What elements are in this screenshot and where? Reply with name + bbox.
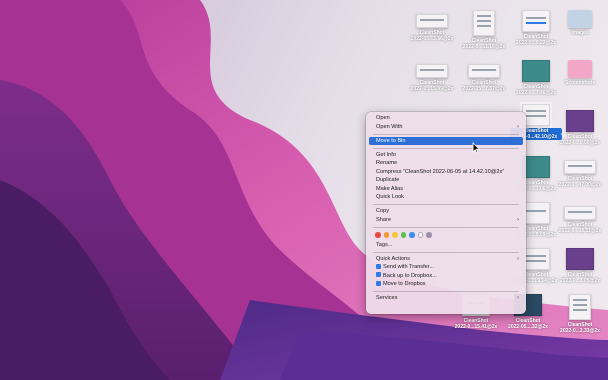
screenshot-thumbnail-icon (522, 248, 550, 270)
screenshot-thumbnail-icon (522, 60, 550, 82)
menu-item-move-to-bin[interactable]: Move to Bin (369, 136, 523, 145)
desktop-file-icon[interactable]: CleanShot 2022-0...0.00@2x (554, 104, 606, 146)
menu-separator (373, 204, 519, 205)
chevron-right-icon: › (517, 216, 519, 223)
menu-item-compress[interactable]: Compress “CleanShot 2022-06-05 at 14.42.… (369, 168, 523, 177)
screenshot-thumbnail-icon (566, 110, 594, 132)
folder-icon (568, 60, 592, 78)
menu-item-open[interactable]: Open (369, 114, 523, 123)
menu-item-share[interactable]: Share › (369, 216, 523, 225)
menu-item-tags[interactable]: Tags... (369, 241, 523, 250)
menu-separator (373, 291, 519, 292)
menu-item-make-alias[interactable]: Make Alias (369, 185, 523, 194)
screenshot-thumbnail-icon (522, 156, 550, 178)
desktop-file-icon[interactable]: CleanShot 2022-0...11.16@2x (458, 4, 510, 50)
tag-red[interactable] (375, 232, 381, 238)
screenshot-thumbnail-icon (566, 248, 594, 270)
desktop-folder-icon[interactable]: Screenshots (554, 54, 606, 86)
tag-color-row (366, 230, 526, 241)
menu-separator (373, 251, 519, 252)
desktop-file-icon[interactable]: CleanShot 2022-0...15.09@2x (406, 54, 458, 92)
desktop-file-icon[interactable]: CleanShot 2022-05...7.37@2x (458, 54, 510, 92)
desktop-file-icon[interactable]: CleanShot 2022-0...3.05@2x (554, 242, 606, 284)
chevron-right-icon: › (517, 295, 519, 301)
chevron-right-icon: › (517, 255, 519, 262)
menu-item-quick-look[interactable]: Quick Look (369, 193, 523, 202)
menu-separator (373, 147, 519, 148)
menu-item-send-with-transfer[interactable]: Send with Transfer... (369, 263, 523, 272)
context-menu: Open Open With › Move to Bin Get Info Ren… (366, 112, 526, 314)
tag-gray[interactable] (426, 232, 432, 238)
desktop-file-icon[interactable]: CleanShot 2022-0...38.11@2x (554, 196, 606, 234)
tag-blue[interactable] (409, 232, 415, 238)
dropbox-icon (376, 280, 381, 286)
screenshot-thumbnail-icon (468, 64, 500, 78)
screenshot-thumbnail-icon (569, 294, 591, 320)
menu-item-duplicate[interactable]: Duplicate (369, 176, 523, 185)
screenshot-thumbnail-icon (520, 102, 552, 128)
screenshot-thumbnail-icon (522, 202, 550, 224)
dropbox-icon (376, 272, 381, 278)
desktop-file-icon[interactable]: CleanShot 2022-0...47.00@2x (554, 150, 606, 188)
tag-orange[interactable] (383, 232, 389, 238)
chevron-right-icon: › (517, 123, 519, 130)
tag-white[interactable] (417, 232, 423, 238)
folder-icon (568, 10, 592, 28)
menu-separator (373, 226, 519, 227)
menu-item-copy[interactable]: Copy (369, 207, 523, 216)
menu-item-open-with[interactable]: Open With › (369, 123, 523, 132)
tag-yellow[interactable] (392, 232, 398, 238)
menu-item-services[interactable]: Services › (369, 294, 523, 303)
desktop-file-icon[interactable]: CleanShot 2022-0...2.33@2x (554, 288, 606, 334)
menu-item-get-info[interactable]: Get Info (369, 151, 523, 160)
screenshot-thumbnail-icon (416, 14, 448, 28)
desktop-file-icon[interactable]: CleanShot 2022-05...3.56@2x (406, 4, 458, 42)
menu-item-quick-actions[interactable]: Quick Actions › (369, 255, 523, 264)
screenshot-thumbnail-icon (522, 10, 550, 32)
desktop-folder-icon[interactable]: Images (554, 4, 606, 36)
screenshot-thumbnail-icon (564, 206, 596, 220)
menu-item-move-to-dropbox[interactable]: Move to Dropbox (369, 280, 523, 289)
screenshot-thumbnail-icon (416, 64, 448, 78)
tag-green[interactable] (400, 232, 406, 238)
screenshot-thumbnail-icon (564, 160, 596, 174)
menu-separator (373, 133, 519, 134)
screenshot-thumbnail-icon (473, 10, 495, 36)
menu-item-back-up-dropbox[interactable]: Back up to Dropbox... (369, 272, 523, 281)
menu-item-rename[interactable]: Rename (369, 159, 523, 168)
mouse-pointer-icon (472, 142, 481, 154)
transfer-icon (376, 263, 381, 269)
